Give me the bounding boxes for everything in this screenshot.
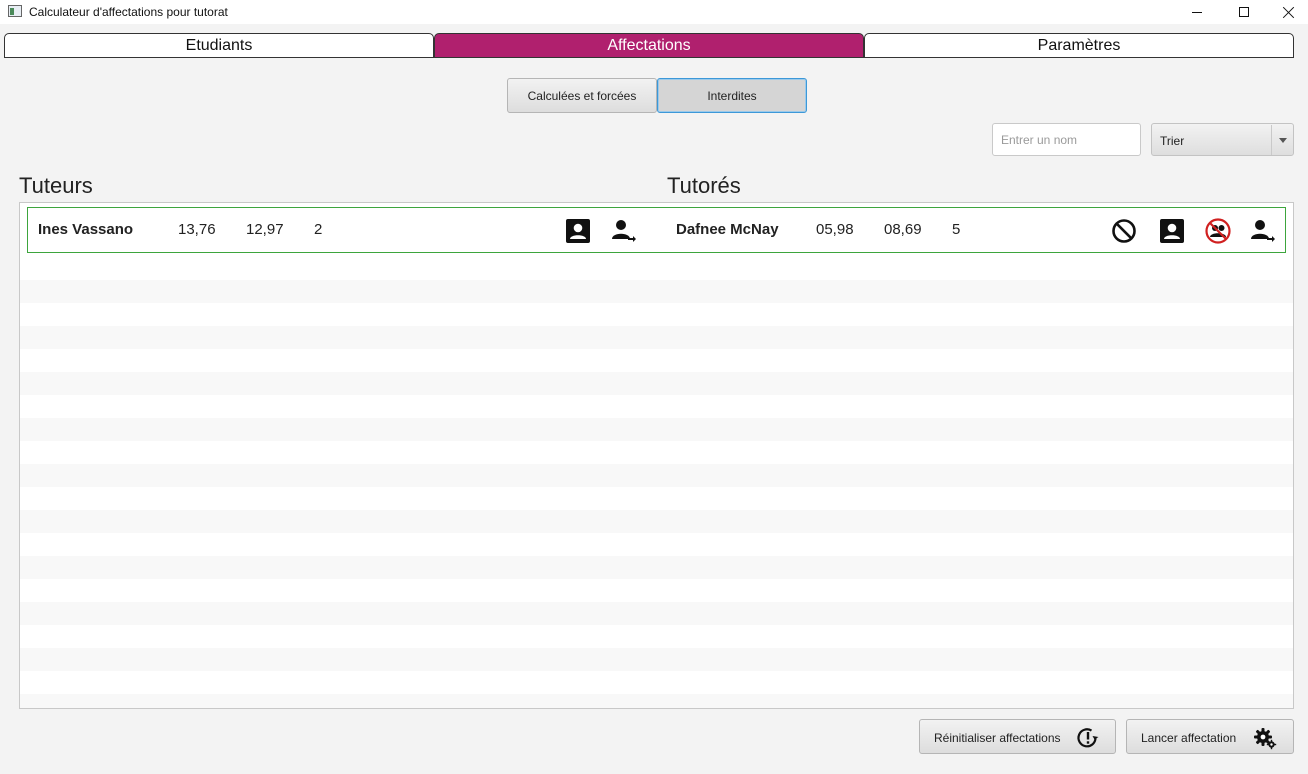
run-assignment-label: Lancer affectation — [1141, 731, 1237, 745]
tutors-heading: Tuteurs — [19, 173, 93, 198]
tab-affectations[interactable]: Affectations — [434, 33, 864, 58]
run-assignment-button[interactable]: Lancer affectation — [1126, 719, 1294, 754]
main-tabs: Etudiants Affectations Paramètres — [4, 33, 1294, 58]
forbidden-group-icon[interactable] — [1205, 218, 1231, 244]
empty-row — [20, 441, 1293, 464]
sort-select[interactable]: Trier — [1151, 123, 1294, 156]
tutor-value-1: 13,76 — [178, 221, 216, 238]
app-icon — [8, 5, 22, 17]
empty-row — [20, 671, 1293, 694]
chevron-down-icon — [1279, 138, 1287, 143]
assign-person-icon[interactable] — [611, 218, 637, 244]
tab-etudiants[interactable]: Etudiants — [4, 33, 434, 58]
title-bar: Calculateur d'affectations pour tutorat — [0, 0, 1308, 24]
search-input[interactable] — [992, 123, 1141, 156]
gear-icon — [1253, 726, 1277, 750]
empty-row — [20, 648, 1293, 671]
window-title: Calculateur d'affectations pour tutorat — [29, 5, 228, 19]
empty-row — [20, 257, 1293, 280]
empty-row — [20, 464, 1293, 487]
empty-row — [20, 487, 1293, 510]
reset-assignments-label: Réinitialiser affectations — [934, 731, 1061, 745]
tutor-value-3: 2 — [314, 221, 323, 238]
sort-divider — [1271, 125, 1272, 155]
empty-row — [20, 303, 1293, 326]
sort-label: Trier — [1160, 134, 1185, 148]
tutee-name: Dafnee McNay — [676, 221, 779, 238]
empty-row — [20, 602, 1293, 625]
assignment-row[interactable]: Ines Vassano 13,76 12,97 2 Dafnee McNay … — [27, 207, 1286, 253]
profile-card-icon[interactable] — [565, 218, 591, 244]
toggle-computed-forced[interactable]: Calculées et forcées — [507, 78, 657, 113]
empty-row — [20, 326, 1293, 349]
close-button[interactable] — [1266, 0, 1308, 24]
tutee-value-2: 08,69 — [884, 221, 922, 238]
tutee-value-3: 5 — [952, 221, 961, 238]
empty-row — [20, 418, 1293, 441]
maximize-button[interactable] — [1221, 0, 1267, 24]
alert-rotate-icon — [1076, 726, 1100, 750]
forbidden-icon[interactable] — [1111, 218, 1137, 244]
empty-row — [20, 395, 1293, 418]
minimize-icon — [1192, 11, 1202, 13]
toggle-forbidden[interactable]: Interdites — [657, 78, 807, 113]
empty-row — [20, 533, 1293, 556]
maximize-icon — [1239, 7, 1249, 17]
assignment-list[interactable]: Ines Vassano 13,76 12,97 2 Dafnee McNay … — [19, 202, 1294, 709]
empty-row — [20, 349, 1293, 372]
empty-row — [20, 579, 1293, 602]
close-icon — [1283, 6, 1295, 18]
empty-row — [20, 510, 1293, 533]
tutees-heading: Tutorés — [667, 173, 741, 198]
tab-parametres[interactable]: Paramètres — [864, 33, 1294, 58]
empty-row — [20, 625, 1293, 648]
empty-row — [20, 372, 1293, 395]
tutor-value-2: 12,97 — [246, 221, 284, 238]
tutor-name: Ines Vassano — [38, 221, 134, 238]
empty-row — [20, 556, 1293, 579]
profile-card-icon[interactable] — [1159, 218, 1185, 244]
assign-person-icon[interactable] — [1250, 218, 1276, 244]
empty-row — [20, 694, 1293, 708]
empty-row — [20, 280, 1293, 303]
minimize-button[interactable] — [1174, 0, 1220, 24]
reset-assignments-button[interactable]: Réinitialiser affectations — [919, 719, 1116, 754]
tutee-value-1: 05,98 — [816, 221, 854, 238]
